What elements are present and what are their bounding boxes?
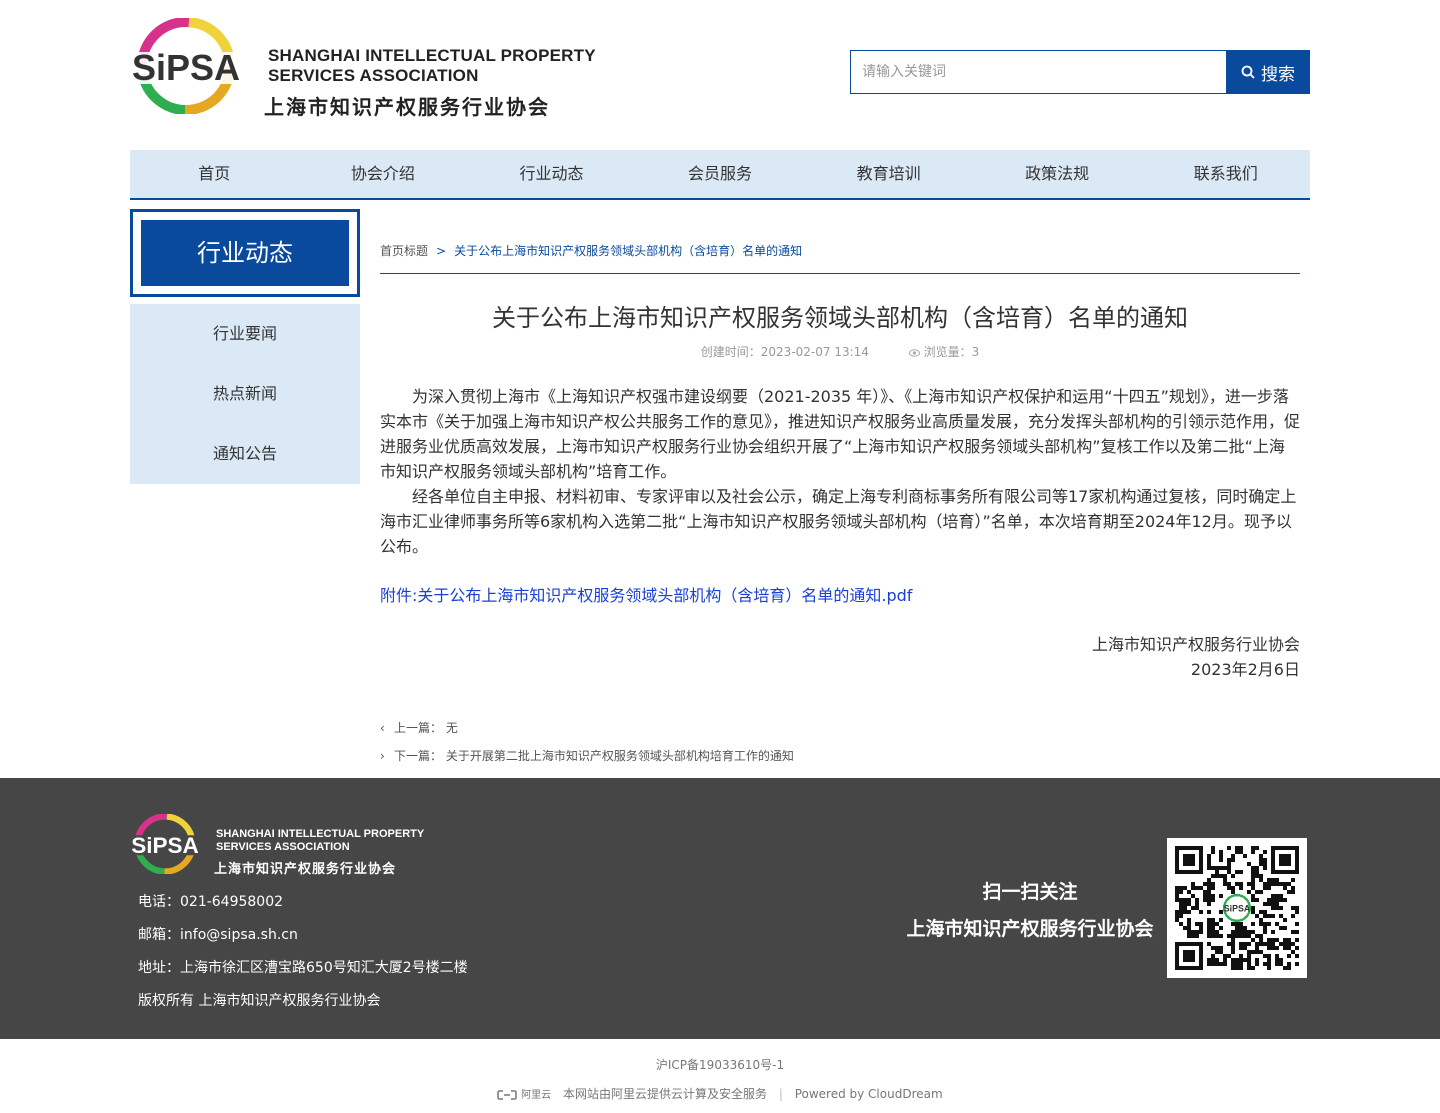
- footer-contact-info: 电话：021-64958002 邮箱：info@sipsa.sh.cn 地址：上…: [138, 886, 468, 1018]
- scan-line1: 扫一扫关注: [982, 881, 1078, 903]
- signature-date: 2023年2月6日: [1190, 660, 1300, 679]
- sidebar-menu: 行业要闻 热点新闻 通知公告: [130, 304, 360, 484]
- footer-logo-mark: SiPSA: [130, 814, 200, 874]
- article-signature: 上海市知识产权服务行业协会 2023年2月6日: [380, 632, 1300, 682]
- nav-item-contact[interactable]: 联系我们: [1141, 150, 1310, 198]
- nav-item-industry-news[interactable]: 行业动态: [467, 150, 636, 198]
- aliyun-text: 本网站由阿里云提供云计算及安全服务: [562, 1087, 767, 1101]
- logo-en-line2: SERVICES ASSOCIATION: [268, 66, 479, 85]
- sipsa-logo-mark: SiPSA: [130, 18, 242, 114]
- article-main: 首页标题 > 关于公布上海市知识产权服务领域头部机构（含培育）名单的通知 关于公布上…: [380, 236, 1300, 770]
- sidebar-title-box: 行业动态: [130, 209, 360, 297]
- logo-chinese-name: 上海市知识产权服务行业协会: [264, 95, 550, 119]
- article-created-time: 创建时间：2023-02-07 13:14: [700, 345, 869, 359]
- site-footer: SiPSA SHANGHAI INTELLECTUAL PROPERTY SER…: [0, 778, 1440, 1039]
- footer-logo: SiPSA SHANGHAI INTELLECTUAL PROPERTY SER…: [130, 814, 450, 877]
- footer-en-line2: SERVICES ASSOCIATION: [216, 841, 350, 853]
- powered-by: 阿里云 本网站由阿里云提供云计算及安全服务 | Powered by Cloud…: [0, 1086, 1440, 1104]
- page-bottom: 沪ICP备19033610号-1 阿里云 本网站由阿里云提供云计算及安全服务 |…: [0, 1039, 1440, 1113]
- search-icon: [1241, 65, 1255, 79]
- next-article-link[interactable]: › 下一篇： 关于开展第二批上海市知识产权服务领域头部机构培育工作的通知: [380, 742, 1300, 770]
- breadcrumb-home[interactable]: 首页标题: [380, 244, 428, 258]
- site-logo[interactable]: SiPSA SHANGHAI INTELLECTUAL PROPERTY SER…: [130, 18, 610, 119]
- svg-text:SiPSA: SiPSA: [132, 47, 240, 88]
- svg-text:SiPSA: SiPSA: [1224, 904, 1251, 914]
- article-body: 为深入贯彻上海市《上海知识产权强市建设纲要（2021-2035 年）》、《上海市…: [380, 384, 1300, 559]
- nav-item-member-services[interactable]: 会员服务: [636, 150, 805, 198]
- svg-text:SiPSA: SiPSA: [131, 833, 199, 858]
- article-paragraph: 经各单位自主申报、材料初审、专家评审以及社会公示，确定上海专利商标事务所有限公司…: [380, 487, 1297, 556]
- article-paragraph: 为深入贯彻上海市《上海知识产权强市建设纲要（2021-2035 年）》、《上海市…: [380, 387, 1301, 481]
- footer-email: 邮箱：info@sipsa.sh.cn: [138, 927, 298, 943]
- footer-copyright: 版权所有 上海市知识产权服务行业协会: [138, 993, 381, 1009]
- prev-article-label: 上一篇： 无: [394, 721, 458, 735]
- divider: |: [778, 1087, 783, 1101]
- search-input[interactable]: [850, 50, 1226, 94]
- prev-article-link[interactable]: ‹ 上一篇： 无: [380, 714, 1300, 742]
- article-title: 关于公布上海市知识产权服务领域头部机构（含培育）名单的通知: [492, 304, 1188, 332]
- powered-by-text[interactable]: Powered by CloudDream: [795, 1087, 943, 1101]
- nav-item-home[interactable]: 首页: [130, 150, 299, 198]
- article-meta: 创建时间：2023-02-07 13:14 浏览量：3: [380, 344, 1300, 360]
- article-views: 浏览量：3: [923, 345, 980, 359]
- chevron-left-icon: ‹: [380, 721, 385, 735]
- prev-next-nav: ‹ 上一篇： 无 › 下一篇： 关于开展第二批上海市知识产权服务领域头部机构培育工作…: [380, 714, 1300, 770]
- attachment-link[interactable]: 附件:关于公布上海市知识产权服务领域头部机构（含培育）名单的通知.pdf: [380, 583, 1300, 608]
- aliyun-logo-text: 阿里云: [521, 1090, 552, 1101]
- footer-scan-text: 扫一扫关注 上海市知识产权服务行业协会: [900, 874, 1160, 948]
- sidebar-item-industry-headlines[interactable]: 行业要闻: [130, 304, 360, 364]
- chevron-right-icon: ›: [380, 749, 385, 763]
- nav-item-policy[interactable]: 政策法规: [973, 150, 1142, 198]
- logo-en-line1: SHANGHAI INTELLECTUAL PROPERTY: [268, 46, 596, 65]
- search-bar: 搜索: [850, 50, 1310, 94]
- main-nav: 首页 协会介绍 行业动态 会员服务 教育培训 政策法规 联系我们: [130, 150, 1310, 200]
- nav-item-about[interactable]: 协会介绍: [299, 150, 468, 198]
- signature-org: 上海市知识产权服务行业协会: [1091, 635, 1300, 654]
- logo-english-name: SHANGHAI INTELLECTUAL PROPERTY SERVICES …: [268, 46, 596, 86]
- icp-record[interactable]: 沪ICP备19033610号-1: [0, 1057, 1440, 1073]
- site-header: SiPSA SHANGHAI INTELLECTUAL PROPERTY SER…: [130, 18, 1310, 119]
- search-button-label: 搜索: [1261, 64, 1295, 85]
- nav-item-training[interactable]: 教育培训: [804, 150, 973, 198]
- sidebar-item-notices[interactable]: 通知公告: [130, 424, 360, 484]
- search-button[interactable]: 搜索: [1226, 50, 1310, 94]
- footer-phone: 电话：021-64958002: [138, 894, 284, 910]
- sidebar-title: 行业动态: [141, 220, 349, 286]
- breadcrumb: 首页标题 > 关于公布上海市知识产权服务领域头部机构（含培育）名单的通知: [380, 236, 1300, 274]
- footer-logo-english: SHANGHAI INTELLECTUAL PROPERTY SERVICES …: [216, 828, 424, 854]
- footer-address: 地址：上海市徐汇区漕宝路650号知汇大厦2号楼二楼: [138, 960, 468, 976]
- eye-icon: [908, 345, 920, 359]
- scan-line2: 上海市知识产权服务行业协会: [906, 918, 1154, 940]
- breadcrumb-current[interactable]: 关于公布上海市知识产权服务领域头部机构（含培育）名单的通知: [454, 244, 802, 258]
- aliyun-logo-icon: [497, 1087, 518, 1101]
- sidebar-item-hot-news[interactable]: 热点新闻: [130, 364, 360, 424]
- next-article-label: 下一篇： 关于开展第二批上海市知识产权服务领域头部机构培育工作的通知: [394, 749, 794, 763]
- breadcrumb-separator: >: [436, 244, 447, 258]
- footer-logo-chinese: 上海市知识产权服务行业协会: [214, 862, 397, 877]
- qr-code: SiPSA: [1167, 838, 1307, 978]
- footer-en-line1: SHANGHAI INTELLECTUAL PROPERTY: [216, 828, 425, 840]
